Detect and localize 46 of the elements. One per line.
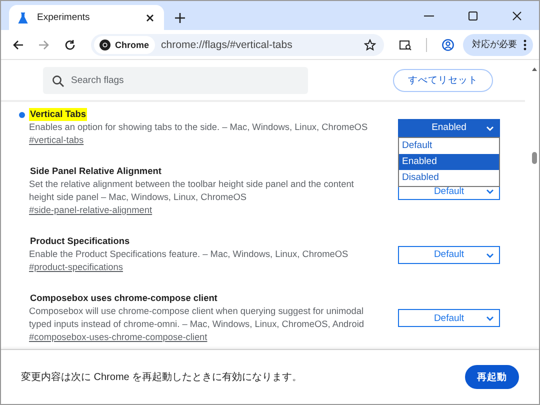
profile-icon[interactable]	[442, 38, 454, 50]
dropdown-option[interactable]: Enabled	[399, 154, 499, 170]
flag-link[interactable]: #vertical-tabs	[29, 134, 84, 147]
restart-button[interactable]: 再起動	[465, 365, 519, 389]
flag-title: Vertical Tabs	[29, 108, 88, 121]
url-text: chrome://flags/#vertical-tabs	[161, 38, 294, 50]
plus-icon[interactable]	[174, 12, 186, 24]
flag-link[interactable]: #product-specifications	[29, 261, 123, 274]
flag-title: Product Specifications	[29, 235, 131, 248]
chevron-down-icon	[486, 316, 494, 322]
star-icon[interactable]	[364, 38, 376, 50]
chevron-down-icon	[486, 252, 494, 258]
maximize-icon[interactable]	[467, 10, 479, 22]
chrome-logo-icon	[99, 38, 111, 50]
flag-description: Composebox will use chrome-compose client when querying suggest for unimodal typed inputs instead of chrome-omni. – Mac, Windows, Linux, ChromeOS, Android	[29, 305, 365, 331]
flag-select[interactable]: Default	[398, 246, 500, 264]
chevron-down-icon	[486, 126, 494, 132]
back-arrow-icon[interactable]	[12, 38, 24, 50]
flag-description: Set the relative alignment between the toolbar height side panel and the content height side panel – Mac, Windows, Linux, ChromeOS	[29, 178, 355, 204]
chevron-down-icon	[486, 189, 494, 195]
browser-tab[interactable]: Experiments	[9, 5, 164, 30]
flag-link[interactable]: #side-panel-relative-alignment	[29, 204, 152, 217]
search-icon	[52, 74, 64, 86]
site-chip[interactable]: Chrome	[94, 36, 156, 54]
flag-select[interactable]: Enabled	[398, 118, 500, 136]
flag-description: Enable the Product Specifications feature. – Mac, Windows, Linux, ChromeOS	[29, 248, 350, 261]
close-icon[interactable]	[144, 12, 156, 24]
flask-icon	[17, 12, 29, 24]
flag-title: Composebox uses chrome-compose client	[29, 292, 218, 305]
close-icon[interactable]	[511, 10, 523, 22]
scroll-up-icon[interactable]	[530, 66, 538, 72]
search-field[interactable]: Search flags	[43, 66, 308, 94]
reload-icon[interactable]	[64, 38, 76, 50]
more-icon	[523, 38, 527, 50]
address-bar[interactable]: Chrome chrome://flags/#vertical-tabs	[91, 34, 384, 56]
dropdown-option[interactable]: Default	[399, 138, 499, 154]
flag-description: Enables an option for showing tabs to the side. – Mac, Windows, Linux, ChromeOS	[29, 121, 369, 134]
scrollbar-thumb[interactable]	[532, 152, 536, 164]
reset-all-button[interactable]: すべてリセット	[393, 68, 493, 92]
profile-button[interactable]: 対応が必要	[463, 34, 533, 56]
flag-title: Side Panel Relative Alignment	[29, 165, 162, 178]
restart-message: 変更内容は次に Chrome を再起動したときに有効になります。	[21, 370, 302, 384]
search-tab-icon[interactable]	[398, 38, 412, 50]
flag-select[interactable]: Default	[398, 309, 500, 327]
flag-link[interactable]: #composebox-uses-chrome-compose-client	[29, 331, 208, 344]
forward-arrow-icon[interactable]	[38, 38, 50, 50]
